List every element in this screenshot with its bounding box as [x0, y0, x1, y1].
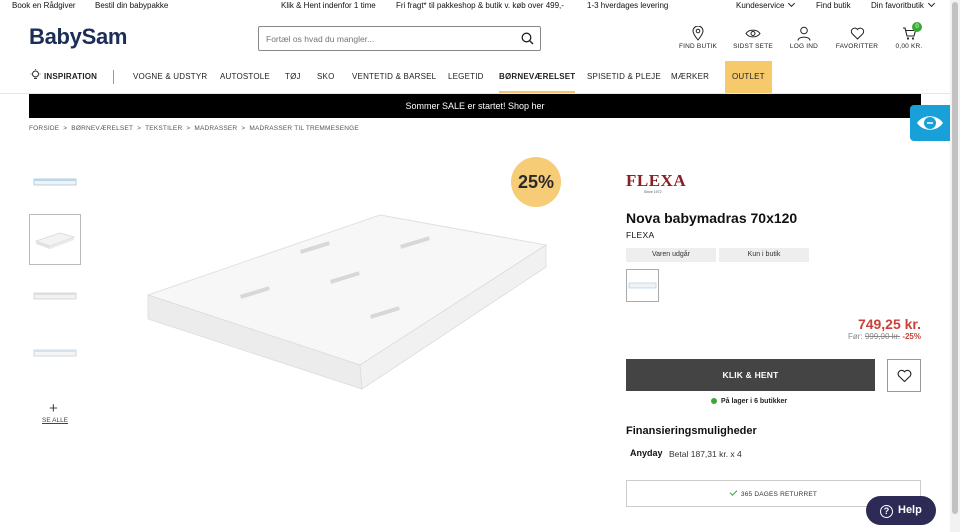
cart-total: 0,00 KR. — [895, 43, 923, 50]
accessibility-button[interactable] — [910, 105, 950, 141]
click-collect-text: Klik & Hent indenfor 1 time — [281, 1, 376, 10]
breadcrumb: FORSIDE > BØRNEVÆRELSET > TEKSTILER > MADRASSE… — [29, 125, 363, 132]
nav-item-vogne[interactable]: VOGNE & UDSTYR — [133, 61, 207, 93]
see-all-link[interactable]: SE ALLE — [42, 417, 68, 424]
old-price: Før: 999,00 kr. -25% — [848, 332, 921, 341]
eye-icon — [745, 29, 761, 38]
search-input[interactable] — [266, 27, 506, 50]
nav-item-spisetid[interactable]: SPISETID & PLEJE — [587, 61, 661, 93]
help-button[interactable]: ? Help — [866, 496, 936, 525]
login-button[interactable]: LOG IND — [774, 26, 834, 50]
breadcrumb-home[interactable]: FORSIDE — [29, 125, 59, 132]
lightbulb-icon — [30, 69, 41, 79]
search-box[interactable] — [258, 26, 541, 51]
gallery-thumbnail-selected[interactable] — [29, 214, 81, 265]
page-scrollbar[interactable] — [950, 0, 960, 532]
breadcrumb-madrasser[interactable]: MADRASSER — [194, 125, 237, 132]
nav-divider — [113, 70, 114, 84]
favorites-label: FAVORITTER — [835, 43, 879, 50]
cart-count-badge: 0 — [912, 22, 922, 32]
breadcrumb-tekstiler[interactable]: TEKSTILER — [145, 125, 182, 132]
favorite-store-label: Din favoritbutik — [871, 1, 924, 10]
free-shipping-text: Fri fragt* til pakkeshop & butik v. køb … — [396, 1, 564, 10]
gallery-thumbnail[interactable] — [29, 157, 81, 208]
main-nav: INSPIRATION VOGNE & UDSTYR AUTOSTOLE TØJ… — [0, 61, 950, 93]
find-store-label: FIND BUTIK — [678, 43, 718, 50]
product-brand[interactable]: FLEXA — [626, 230, 654, 240]
status-tag-discontinued: Varen udgår — [626, 248, 716, 262]
svg-text:FLEXA: FLEXA — [626, 171, 686, 190]
breadcrumb-separator: > — [241, 125, 246, 132]
customer-service-menu[interactable]: Kundeservice — [736, 0, 796, 11]
product-price: 749,25 kr. — [857, 316, 921, 332]
recently-viewed-label: SIDST SETE — [733, 43, 773, 50]
old-price-discount: -25% — [902, 332, 921, 341]
search-icon[interactable] — [521, 32, 534, 45]
nav-item-toj[interactable]: TØJ — [285, 61, 301, 93]
chevron-down-icon — [788, 0, 796, 8]
nav-item-autostole[interactable]: AUTOSTOLE — [220, 61, 270, 93]
cart-button[interactable]: 0,00 KR. — [879, 26, 939, 50]
help-label: Help — [898, 504, 922, 516]
nav-item-ventetid[interactable]: VENTETID & BARSEL — [352, 61, 436, 93]
accessibility-eye-icon — [917, 116, 943, 130]
nav-inspiration-label: INSPIRATION — [44, 72, 98, 81]
delivery-text: 1-3 hverdages levering — [587, 1, 669, 10]
gallery-thumbnail[interactable] — [29, 328, 81, 379]
breadcrumb-separator: > — [186, 125, 191, 132]
question-icon: ? — [880, 505, 893, 518]
find-store-button[interactable]: FIND BUTIK — [668, 26, 728, 50]
checkmark-icon — [729, 488, 738, 496]
flexa-brand-logo[interactable]: FLEXA Since 1972 — [626, 170, 690, 194]
nav-item-bornevaerelset[interactable]: BØRNEVÆRELSET — [499, 61, 576, 93]
click-collect-button[interactable]: KLIK & HENT — [626, 359, 875, 391]
breadcrumb-separator: > — [137, 125, 142, 132]
nav-inspiration[interactable]: INSPIRATION — [30, 61, 97, 93]
breadcrumb-separator: > — [63, 125, 68, 132]
location-pin-icon — [692, 26, 704, 41]
favorite-store-menu[interactable]: Din favoritbutik — [871, 0, 935, 11]
heart-icon — [850, 27, 864, 40]
login-label: LOG IND — [789, 43, 819, 50]
favorites-button[interactable]: FAVORITTER — [827, 26, 887, 50]
variant-swatch[interactable] — [626, 269, 659, 302]
nav-item-maerker[interactable]: MÆRKER — [671, 61, 709, 93]
sale-banner[interactable]: Sommer SALE er startet! Shop her — [29, 94, 921, 118]
anyday-logo: Anyday — [630, 448, 663, 458]
old-price-label: Før: — [848, 332, 863, 341]
chevron-down-icon — [927, 0, 935, 8]
find-store-link[interactable]: Find butik — [816, 0, 851, 11]
order-package-link[interactable]: Bestil din babypakke — [95, 0, 168, 11]
heart-icon — [897, 369, 912, 383]
old-price-value: 999,00 kr. — [864, 332, 901, 341]
nav-item-sko[interactable]: SKO — [317, 61, 335, 93]
customer-service-label: Kundeservice — [736, 1, 785, 10]
breadcrumb-current[interactable]: MADRASSER TIL TREMMESENGE — [249, 125, 359, 132]
discount-badge: 25% — [511, 157, 561, 207]
wishlist-button[interactable] — [887, 359, 921, 392]
installment-text: Betal 187,31 kr. x 4 — [669, 449, 742, 459]
nav-item-outlet[interactable]: OUTLET — [725, 61, 772, 93]
product-title: Nova babymadras 70x120 — [626, 210, 798, 226]
user-icon — [797, 26, 811, 41]
svg-text:Since 1972: Since 1972 — [644, 190, 662, 194]
gallery-thumbnail[interactable] — [29, 271, 81, 322]
returns-text: 365 DAGES RETURRET — [740, 491, 818, 498]
scrollbar-thumb[interactable] — [952, 2, 958, 514]
book-advisor-link[interactable]: Book en Rådgiver — [12, 0, 76, 11]
nav-item-legetid[interactable]: LEGETID — [448, 61, 484, 93]
breadcrumb-bornevaerelset[interactable]: BØRNEVÆRELSET — [71, 125, 133, 132]
babysam-logo[interactable]: BabySam — [29, 24, 127, 50]
in-stock-dot-icon — [711, 397, 717, 404]
plus-icon[interactable]: + — [49, 400, 58, 417]
financing-title: Finansieringsmuligheder — [626, 425, 757, 437]
stock-text: På lager i 6 butikker — [721, 398, 788, 405]
product-image[interactable] — [140, 205, 560, 395]
stock-status: På lager i 6 butikker — [711, 397, 787, 405]
top-bar: Book en Rådgiver Bestil din babypakke Kl… — [0, 0, 950, 11]
status-tag-store-only: Kun i butik — [719, 248, 809, 262]
